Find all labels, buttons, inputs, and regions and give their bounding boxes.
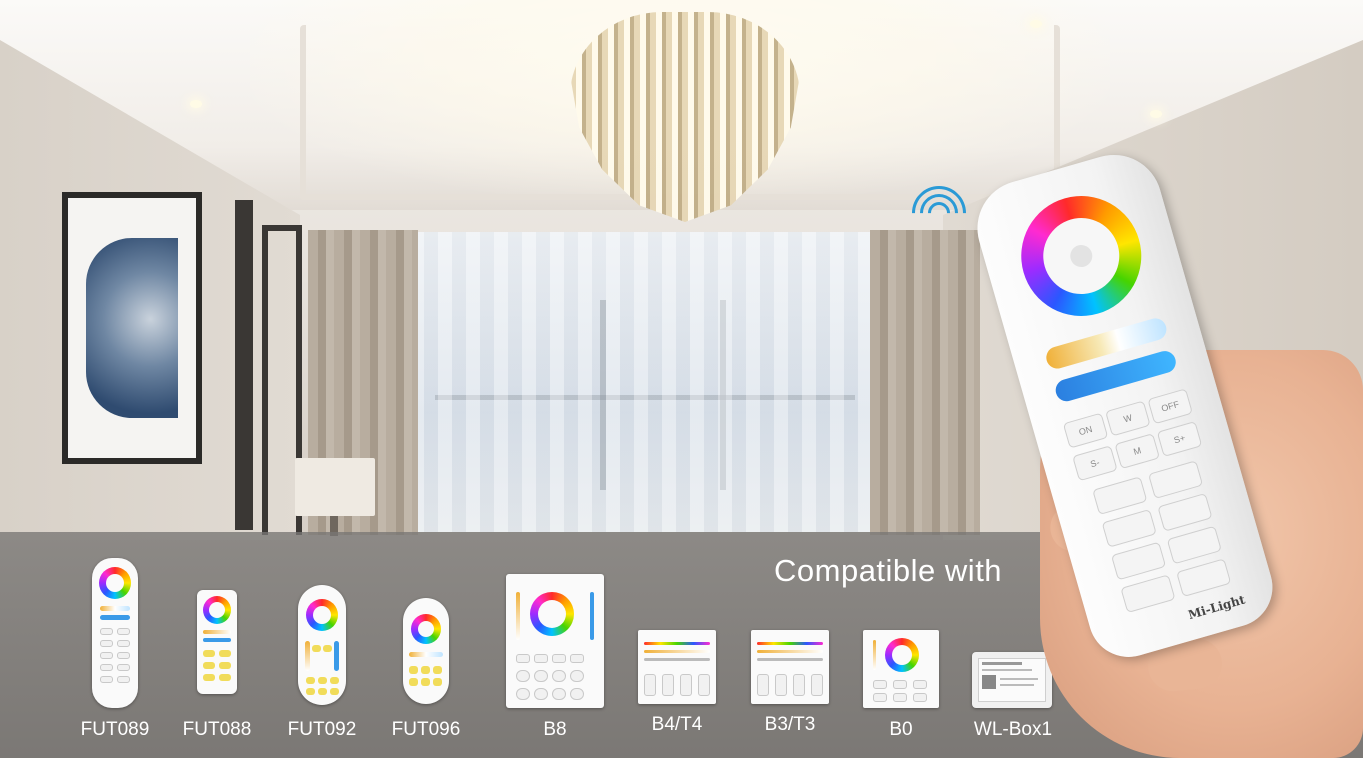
- device-label: FUT089: [80, 719, 150, 740]
- wall-art-image: [86, 238, 178, 418]
- device-fut089-image: [92, 558, 138, 708]
- remote-key: OFF: [1147, 388, 1193, 425]
- lamp-shade: [295, 458, 375, 516]
- zone-key: [1176, 558, 1232, 598]
- device-fut088-image: [197, 590, 237, 694]
- device-label: FUT096: [391, 719, 461, 740]
- product-banner: Compatible with FUT089 FUT088 FUT092 FUT…: [0, 0, 1363, 758]
- device-label: FUT092: [287, 719, 357, 740]
- device-b8-image: [506, 574, 604, 708]
- device-label: FUT088: [182, 719, 252, 740]
- remote-key: M: [1114, 433, 1161, 470]
- zone-key: [1166, 525, 1222, 565]
- remote-key: S+: [1156, 421, 1203, 458]
- zone-key: [1110, 541, 1167, 581]
- headline: [260, 0, 1120, 12]
- zone-key: [1147, 460, 1204, 500]
- device-label: B4/T4: [651, 714, 703, 735]
- zone-key: [1092, 476, 1148, 516]
- remote-brand-logo: Mi-Light: [1186, 592, 1247, 623]
- device-fut096-image: [403, 598, 449, 704]
- device-b4-t4-image: [638, 630, 716, 704]
- device-b0-image: [863, 630, 939, 708]
- wall-art-frame: [62, 192, 202, 464]
- device-label: WL-Box1: [973, 719, 1053, 740]
- compatible-title: Compatible with: [774, 553, 1003, 588]
- door-frame: [235, 200, 253, 530]
- device-label: B3/T3: [764, 714, 816, 735]
- remote-key: W: [1105, 400, 1151, 437]
- remote-key: S-: [1072, 445, 1118, 482]
- device-label: B0: [889, 719, 913, 740]
- ceiling-spotlight: [190, 100, 202, 108]
- device-b3-t3-image: [751, 630, 829, 704]
- curtain-right: [870, 230, 980, 535]
- device-fut092-image: [298, 585, 346, 705]
- zone-key: [1157, 492, 1213, 532]
- sheer-curtain: [410, 232, 880, 532]
- remote-key: ON: [1062, 412, 1109, 449]
- device-wl-box1-image: [972, 652, 1052, 708]
- zone-key: [1101, 508, 1157, 548]
- ceiling-spotlight: [1150, 110, 1162, 118]
- zone-key: [1120, 574, 1176, 614]
- device-label: B8: [543, 719, 567, 740]
- ceiling-spotlight: [1030, 20, 1042, 28]
